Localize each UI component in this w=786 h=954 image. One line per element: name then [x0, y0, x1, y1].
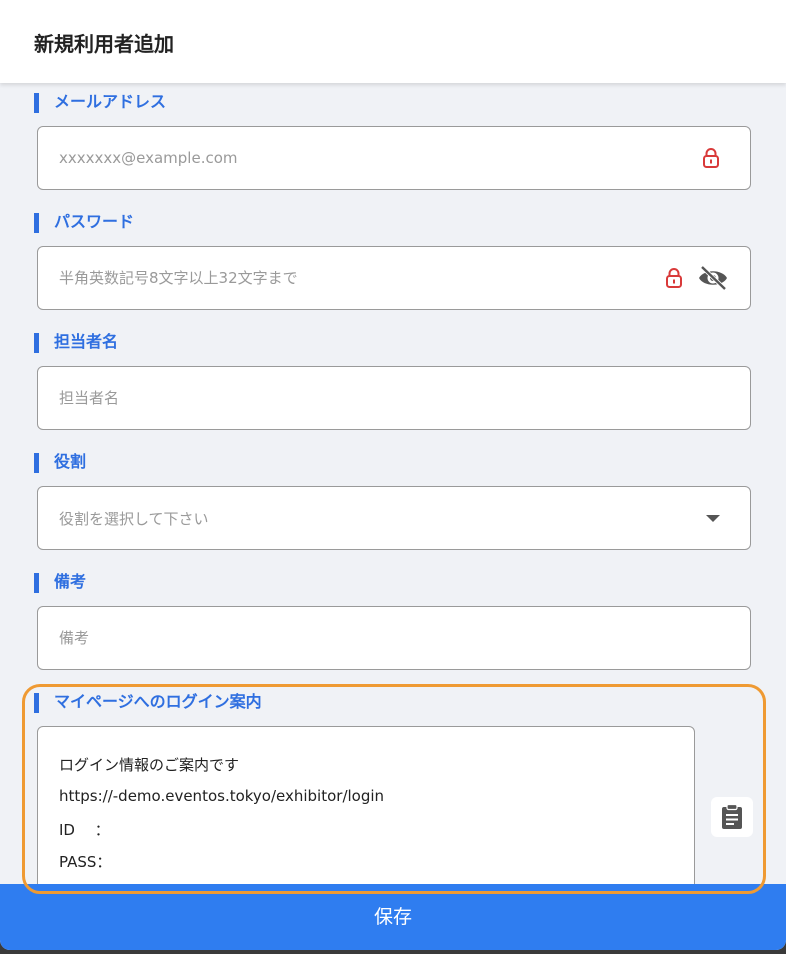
password-input[interactable]	[59, 247, 659, 309]
dialog-header: 新規利用者追加	[0, 0, 786, 83]
role-select-placeholder: 役割を選択して下さい	[59, 510, 209, 528]
role-label: 役割	[34, 452, 86, 474]
password-field-box[interactable]	[37, 246, 751, 310]
login-guide-textarea[interactable]: ログイン情報のご案内です https://-demo.eventos.tokyo…	[37, 726, 695, 896]
lock-icon	[666, 268, 682, 288]
notes-input[interactable]	[59, 607, 659, 669]
email-input[interactable]	[59, 127, 659, 189]
email-field-box[interactable]	[37, 126, 751, 190]
contact-name-input[interactable]	[59, 367, 659, 429]
eye-off-icon[interactable]	[697, 264, 729, 292]
lock-icon	[703, 148, 719, 168]
contact-name-label: 担当者名	[34, 332, 118, 354]
login-guide-line: PASS：	[59, 853, 112, 871]
add-user-dialog: 新規利用者追加 メールアドレス パスワード 担当者名 役割	[0, 0, 786, 950]
notes-label: 備考	[34, 572, 86, 594]
email-label: メールアドレス	[34, 92, 166, 114]
login-guide-line: ログイン情報のご案内です	[59, 756, 240, 774]
clipboard-icon	[722, 804, 742, 829]
copy-to-clipboard-button[interactable]	[711, 797, 753, 837]
password-label: パスワード	[34, 212, 134, 234]
role-select[interactable]: 役割を選択して下さい	[37, 486, 751, 550]
login-guide-line: https://-demo.eventos.tokyo/exhibitor/lo…	[59, 787, 385, 805]
login-guide-line: ID ：	[59, 821, 110, 839]
contact-name-field-box[interactable]	[37, 366, 751, 430]
login-guide-label: マイページへのログイン案内	[34, 692, 262, 714]
save-button[interactable]: 保存	[0, 884, 786, 950]
chevron-down-icon[interactable]	[705, 514, 721, 524]
notes-field-box[interactable]	[37, 606, 751, 670]
dialog-title: 新規利用者追加	[34, 32, 174, 56]
